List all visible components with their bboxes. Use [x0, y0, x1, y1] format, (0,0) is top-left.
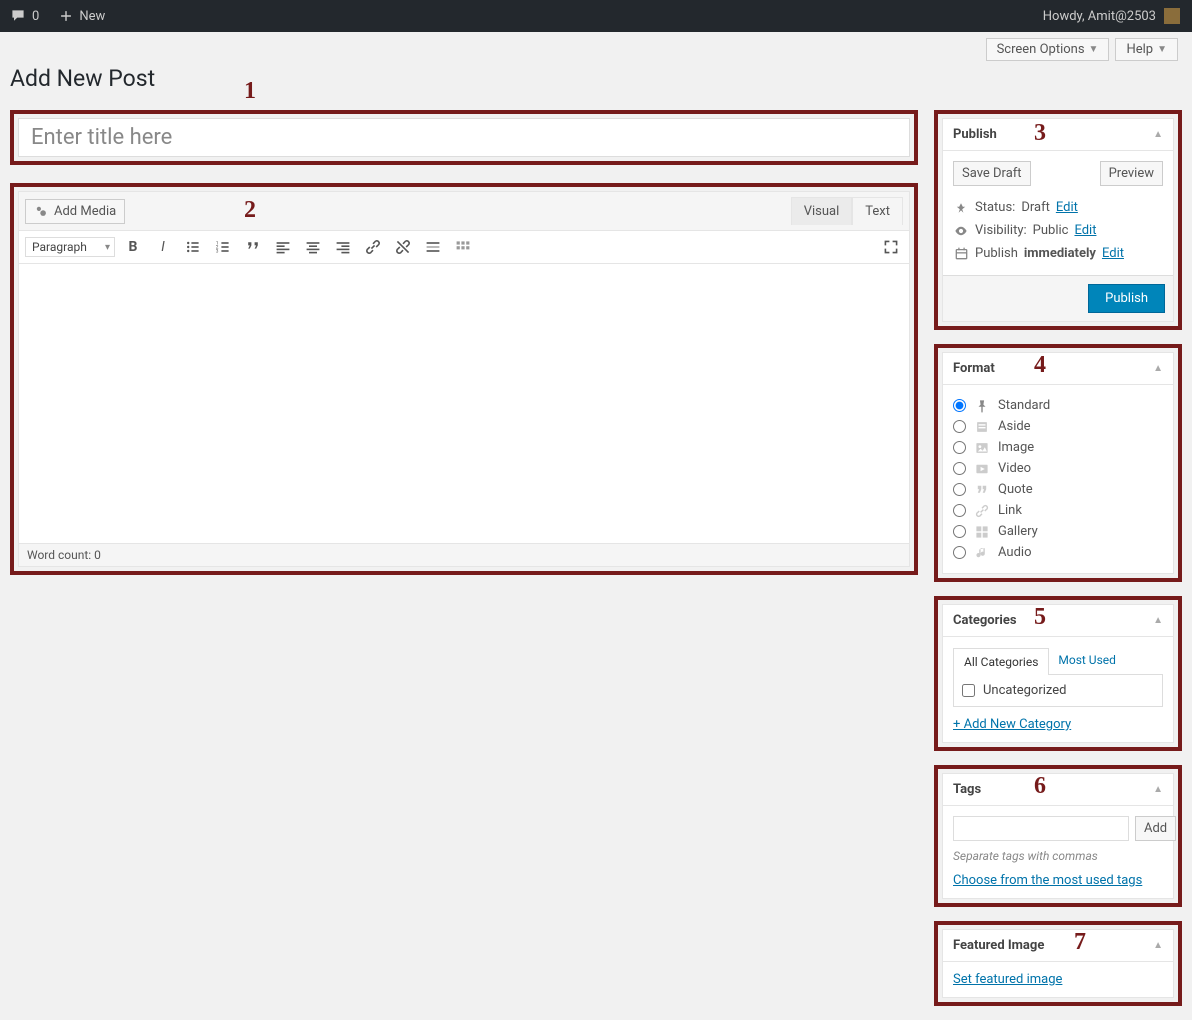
screen-options-button[interactable]: Screen Options▼ — [986, 38, 1110, 61]
editor-footer: Word count: 0 — [18, 544, 910, 567]
format-option-gallery[interactable]: Gallery — [953, 521, 1163, 542]
fullscreen-button[interactable] — [879, 235, 903, 259]
format-radio[interactable] — [953, 525, 966, 538]
format-option-image[interactable]: Image — [953, 437, 1163, 458]
edit-schedule-link[interactable]: Edit — [1102, 246, 1124, 261]
publish-heading: Publish — [953, 127, 997, 142]
italic-button[interactable]: I — [151, 235, 175, 259]
audio-icon — [974, 546, 990, 560]
align-right-button[interactable] — [331, 235, 355, 259]
add-media-button[interactable]: Add Media — [25, 199, 125, 224]
help-button[interactable]: Help▼ — [1115, 38, 1178, 61]
blockquote-button[interactable] — [241, 235, 265, 259]
add-tag-button[interactable]: Add — [1135, 816, 1176, 841]
publish-button[interactable]: Publish — [1088, 284, 1165, 313]
tab-all-categories[interactable]: All Categories — [953, 648, 1049, 675]
pin-icon — [974, 399, 990, 413]
collapse-icon[interactable]: ▲ — [1153, 615, 1163, 626]
format-option-audio[interactable]: Audio — [953, 542, 1163, 563]
pin-icon — [953, 202, 969, 214]
tag-input[interactable] — [953, 816, 1129, 841]
avatar[interactable] — [1164, 8, 1180, 24]
format-option-quote[interactable]: Quote — [953, 479, 1163, 500]
quote-icon — [974, 483, 990, 497]
link-icon — [974, 504, 990, 518]
unlink-button[interactable] — [391, 235, 415, 259]
format-radio[interactable] — [953, 420, 966, 433]
video-icon — [974, 462, 990, 476]
categories-heading: Categories — [953, 613, 1017, 628]
comments-icon[interactable] — [10, 8, 26, 24]
calendar-icon — [953, 247, 969, 260]
image-icon — [974, 441, 990, 455]
tab-text[interactable]: Text — [852, 197, 903, 225]
editor-section: 2 Add Media Visual Text Paragraph B I — [10, 183, 918, 575]
format-select[interactable]: Paragraph — [25, 237, 115, 257]
set-featured-link[interactable]: Set featured image — [953, 972, 1062, 987]
align-left-button[interactable] — [271, 235, 295, 259]
edit-status-link[interactable]: Edit — [1056, 200, 1078, 215]
format-option-link[interactable]: Link — [953, 500, 1163, 521]
media-icon — [34, 204, 48, 218]
bold-button[interactable]: B — [121, 235, 145, 259]
collapse-icon[interactable]: ▲ — [1153, 129, 1163, 140]
editor-textarea[interactable] — [18, 264, 910, 544]
toggle-toolbar-button[interactable] — [451, 235, 475, 259]
bullet-list-button[interactable] — [181, 235, 205, 259]
format-option-video[interactable]: Video — [953, 458, 1163, 479]
format-option-standard[interactable]: Standard — [953, 395, 1163, 416]
publish-section: 3 Publish▲ Save Draft Preview Status: Dr… — [934, 110, 1182, 330]
tags-heading: Tags — [953, 782, 981, 797]
format-option-aside[interactable]: Aside — [953, 416, 1163, 437]
categories-section: 5 Categories▲ All Categories Most Used U… — [934, 596, 1182, 751]
category-checkbox[interactable] — [962, 684, 975, 697]
save-draft-button[interactable]: Save Draft — [953, 161, 1031, 186]
post-title-input[interactable] — [18, 118, 910, 157]
collapse-icon[interactable]: ▲ — [1153, 363, 1163, 374]
tags-hint: Separate tags with commas — [953, 849, 1163, 863]
format-heading: Format — [953, 361, 995, 376]
gallery-icon — [974, 525, 990, 539]
admin-toolbar: 0 New Howdy, Amit@2503 — [0, 0, 1192, 32]
svg-text:3: 3 — [216, 249, 219, 255]
link-button[interactable] — [361, 235, 385, 259]
tags-section: 6 Tags▲ Add Separate tags with commas Ch… — [934, 765, 1182, 907]
add-category-link[interactable]: + Add New Category — [953, 717, 1071, 732]
category-item[interactable]: Uncategorized — [962, 683, 1154, 698]
preview-button[interactable]: Preview — [1100, 161, 1163, 186]
plus-icon[interactable] — [59, 9, 73, 23]
format-radio[interactable] — [953, 462, 966, 475]
collapse-icon[interactable]: ▲ — [1153, 784, 1163, 795]
format-radio[interactable] — [953, 399, 966, 412]
number-list-button[interactable]: 123 — [211, 235, 235, 259]
eye-icon — [953, 224, 969, 238]
page-title: Add New Post — [10, 65, 155, 92]
new-link[interactable]: New — [79, 9, 105, 24]
aside-icon — [974, 420, 990, 434]
comment-count[interactable]: 0 — [32, 9, 39, 24]
tab-visual[interactable]: Visual — [791, 197, 853, 225]
word-count: Word count: 0 — [27, 548, 101, 562]
tab-most-used[interactable]: Most Used — [1048, 647, 1126, 674]
more-button[interactable] — [421, 235, 445, 259]
format-section: 4 Format▲ StandardAsideImageVideoQuoteLi… — [934, 344, 1182, 582]
choose-tags-link[interactable]: Choose from the most used tags — [953, 873, 1142, 888]
format-radio[interactable] — [953, 483, 966, 496]
title-section: 1 — [10, 110, 918, 165]
howdy-text[interactable]: Howdy, Amit@2503 — [1043, 9, 1156, 24]
format-radio[interactable] — [953, 504, 966, 517]
format-radio[interactable] — [953, 441, 966, 454]
featured-heading: Featured Image — [953, 938, 1044, 953]
collapse-icon[interactable]: ▲ — [1153, 940, 1163, 951]
edit-visibility-link[interactable]: Edit — [1074, 223, 1096, 238]
featured-image-section: 7 Featured Image▲ Set featured image — [934, 921, 1182, 1006]
format-radio[interactable] — [953, 546, 966, 559]
editor-top-bar: Add Media Visual Text — [18, 191, 910, 231]
editor-toolbar: Paragraph B I 123 — [18, 231, 910, 264]
align-center-button[interactable] — [301, 235, 325, 259]
